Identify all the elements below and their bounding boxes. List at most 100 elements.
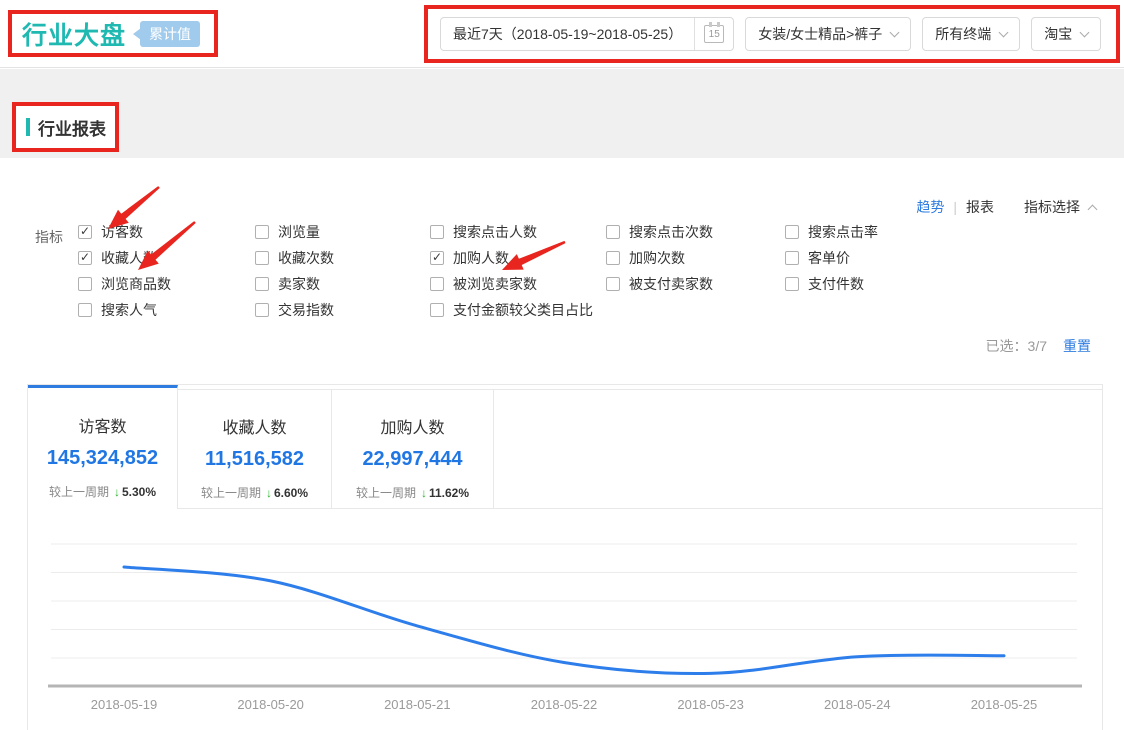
calendar-button[interactable]: 15	[695, 25, 733, 43]
checkbox-icon[interactable]	[78, 303, 92, 317]
tab-label: 收藏人数	[222, 414, 286, 438]
indicator-label: 收藏次数	[278, 248, 334, 268]
indicator-checkbox-item[interactable]: 搜索点击率	[785, 225, 878, 239]
checkbox-icon[interactable]	[606, 225, 620, 239]
down-arrow-icon: ↓	[114, 485, 120, 499]
indicator-checkbox-item[interactable]: 被浏览卖家数	[430, 277, 593, 291]
down-arrow-icon: ↓	[266, 486, 272, 500]
change-percent: 11.62%	[429, 486, 469, 500]
indicator-label: 加购人数	[453, 248, 509, 268]
indicator-column: 浏览量收藏次数卖家数交易指数	[255, 225, 334, 317]
tab-label: 加购人数	[380, 414, 444, 438]
indicator-column: 搜索点击人数加购人数被浏览卖家数支付金额较父类目占比	[430, 225, 593, 317]
report-view-link[interactable]: 报表	[966, 197, 994, 217]
checkbox-icon[interactable]	[255, 251, 269, 265]
indicator-checkbox-item[interactable]: 浏览量	[255, 225, 334, 239]
checkbox-icon[interactable]	[255, 277, 269, 291]
indicator-checkbox-item[interactable]: 被支付卖家数	[606, 277, 713, 291]
date-range-picker[interactable]: 最近7天（2018-05-19~2018-05-25） 15	[440, 17, 734, 51]
terminal-label: 所有终端	[923, 24, 991, 44]
chevron-down-icon	[890, 27, 900, 37]
checkbox-icon[interactable]	[255, 225, 269, 239]
indicator-label: 搜索点击人数	[453, 222, 537, 242]
chevron-up-icon	[1088, 204, 1098, 214]
indicator-column: 访客数收藏人数浏览商品数搜索人气	[78, 225, 171, 317]
compare-label: 较上一周期	[356, 484, 416, 501]
screen: 行业大盘 累计值 最近7天（2018-05-19~2018-05-25） 15 …	[0, 0, 1124, 730]
x-axis-tick-label: 2018-05-22	[531, 697, 598, 712]
divider: |	[953, 199, 957, 215]
indicator-checkbox-item[interactable]: 卖家数	[255, 277, 334, 291]
indicator-checkbox-item[interactable]: 交易指数	[255, 303, 334, 317]
change-percent: 5.30%	[122, 485, 156, 499]
section-accent-bar	[26, 118, 30, 136]
checkbox-checked-icon[interactable]	[430, 251, 444, 265]
indicator-label: 客单价	[808, 248, 850, 268]
page-title: 行业大盘	[22, 16, 126, 52]
tab-label: 访客数	[78, 413, 126, 437]
checkbox-icon[interactable]	[785, 251, 799, 265]
x-axis-tick-label: 2018-05-21	[384, 697, 451, 712]
checkbox-icon[interactable]	[78, 277, 92, 291]
checkbox-icon[interactable]	[606, 277, 620, 291]
checkbox-icon[interactable]	[606, 251, 620, 265]
checkbox-checked-icon[interactable]	[78, 251, 92, 265]
indicator-checkbox-item[interactable]: 支付件数	[785, 277, 878, 291]
indicator-checkbox-item[interactable]: 浏览商品数	[78, 277, 171, 291]
trend-view-link[interactable]: 趋势	[916, 197, 944, 217]
indicator-checkbox-item[interactable]: 支付金额较父类目占比	[430, 303, 593, 317]
indicator-label: 搜索点击率	[808, 222, 878, 242]
indicator-checkbox-item[interactable]: 收藏人数	[78, 251, 171, 265]
indicator-column: 搜索点击率客单价支付件数	[785, 225, 878, 291]
category-label: 女装/女士精品>裤子	[746, 24, 882, 44]
change-percent: 6.60%	[274, 486, 308, 500]
section-band	[0, 69, 1124, 158]
annotation-box-title: 行业大盘 累计值	[8, 10, 218, 57]
indicator-label: 卖家数	[278, 274, 320, 294]
indicator-checkbox-item[interactable]: 搜索人气	[78, 303, 171, 317]
x-axis-tick-label: 2018-05-25	[971, 697, 1038, 712]
x-axis-tick-label: 2018-05-23	[677, 697, 744, 712]
tabs-filler	[494, 389, 1102, 509]
indicator-select-label: 指标选择	[1024, 197, 1080, 217]
indicator-select-toggle[interactable]: 指标选择	[1024, 197, 1096, 217]
indicator-checkbox-item[interactable]: 客单价	[785, 251, 878, 265]
indicator-label: 被支付卖家数	[629, 274, 713, 294]
checkbox-icon[interactable]	[430, 225, 444, 239]
checkbox-checked-icon[interactable]	[78, 225, 92, 239]
checkbox-icon[interactable]	[430, 277, 444, 291]
checkbox-icon[interactable]	[785, 277, 799, 291]
header-bar: 行业大盘 累计值 最近7天（2018-05-19~2018-05-25） 15 …	[0, 0, 1124, 68]
tab-cart-adds[interactable]: 加购人数 22,997,444 较上一周期 ↓ 11.62%	[332, 389, 494, 509]
indicator-checkbox-item[interactable]: 访客数	[78, 225, 171, 239]
indicator-label: 支付金额较父类目占比	[453, 300, 593, 320]
line-chart-svg: 2018-05-192018-05-202018-05-212018-05-22…	[28, 509, 1102, 730]
indicator-checkbox-item[interactable]: 搜索点击人数	[430, 225, 593, 239]
checkbox-icon[interactable]	[430, 303, 444, 317]
tab-value: 145,324,852	[47, 447, 158, 470]
indicator-column: 搜索点击次数加购次数被支付卖家数	[606, 225, 713, 291]
compare-label: 较上一周期	[201, 484, 261, 501]
indicator-checkbox-item[interactable]: 加购人数	[430, 251, 593, 265]
chevron-down-icon	[1080, 27, 1090, 37]
indicator-checkbox-item[interactable]: 搜索点击次数	[606, 225, 713, 239]
platform-dropdown[interactable]: 淘宝	[1031, 17, 1101, 51]
category-dropdown[interactable]: 女装/女士精品>裤子	[745, 17, 911, 51]
selected-count: 已选：3/7	[986, 336, 1047, 356]
tab-value: 22,997,444	[362, 448, 462, 471]
indicator-label: 加购次数	[629, 248, 685, 268]
indicator-checkbox-item[interactable]: 收藏次数	[255, 251, 334, 265]
date-range-label: 最近7天（2018-05-19~2018-05-25）	[441, 24, 694, 44]
tab-visitors[interactable]: 访客数 145,324,852 较上一周期 ↓ 5.30%	[28, 385, 178, 509]
checkbox-icon[interactable]	[785, 225, 799, 239]
x-axis-tick-label: 2018-05-19	[91, 697, 158, 712]
indicator-checkbox-item[interactable]: 加购次数	[606, 251, 713, 265]
section-title: 行业报表	[38, 115, 106, 140]
indicator-label: 被浏览卖家数	[453, 274, 537, 294]
terminal-dropdown[interactable]: 所有终端	[922, 17, 1020, 51]
indicator-label: 交易指数	[278, 300, 334, 320]
tab-favorites[interactable]: 收藏人数 11,516,582 较上一周期 ↓ 6.60%	[178, 389, 332, 509]
checkbox-icon[interactable]	[255, 303, 269, 317]
reset-button[interactable]: 重置	[1063, 336, 1091, 356]
indicator-label: 收藏人数	[101, 248, 157, 268]
